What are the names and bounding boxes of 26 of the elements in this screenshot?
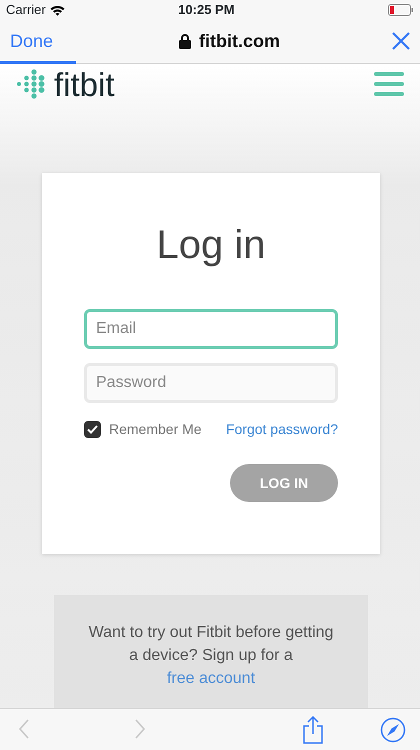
email-field[interactable]: Email — [84, 309, 338, 349]
signup-prompt: Want to try out Fitbit before getting a device? Sign up for a free account — [88, 623, 334, 690]
back-icon — [18, 719, 30, 740]
share-button[interactable] — [302, 716, 324, 744]
logo-icon — [16, 69, 46, 99]
password-field[interactable]: Password — [84, 363, 338, 403]
compass-button[interactable] — [380, 716, 406, 742]
battery-icon — [388, 4, 414, 16]
remember-label: Remember Me — [109, 420, 202, 439]
share-icon — [302, 716, 324, 744]
menu-button[interactable] — [374, 71, 404, 97]
page-address: fitbit.com — [199, 30, 280, 53]
close-icon — [392, 32, 410, 50]
free-account-link[interactable]: free account — [166, 670, 256, 688]
remember-checkbox[interactable] — [84, 421, 101, 438]
menu-icon — [374, 71, 404, 97]
wifi-icon — [50, 4, 65, 16]
done-button[interactable]: Done — [0, 28, 64, 55]
login-title: Log in — [156, 222, 266, 269]
forward-icon — [134, 719, 146, 740]
compass-icon — [380, 716, 406, 742]
carrier-name: Carrier — [6, 1, 46, 20]
forgot-password-link[interactable]: Forgot password? — [226, 419, 338, 440]
lock-icon — [179, 34, 192, 49]
clock-time: 10:25 PM — [178, 1, 235, 20]
site-logo: fitbit — [54, 68, 115, 100]
